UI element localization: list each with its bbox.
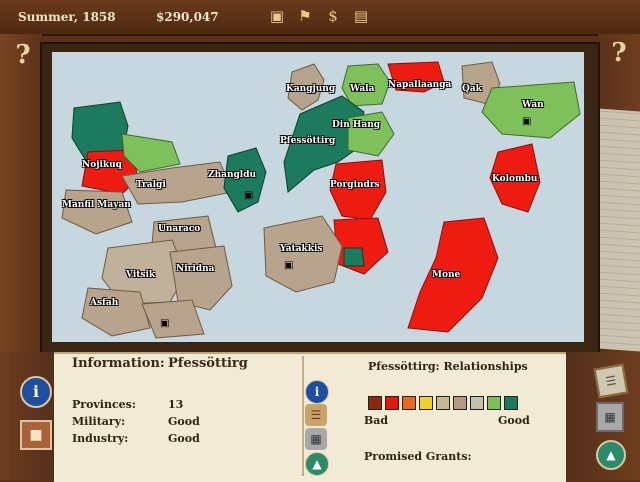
capital-icon: ▣ (160, 318, 170, 329)
relationship-swatch (419, 396, 433, 410)
world-map[interactable]: Kangjung Wala Napallaanga Qak Wan Pfessö… (52, 52, 584, 342)
province-label[interactable]: Mone (432, 270, 460, 280)
stat-value: Good (168, 432, 200, 445)
relationship-swatch (470, 396, 484, 410)
stat-label: Industry: (72, 432, 129, 445)
province-label[interactable]: Pfessöttirg (280, 136, 335, 146)
region-yatakkis (263, 215, 343, 293)
map-frame: Kangjung Wala Napallaanga Qak Wan Pfessö… (40, 42, 600, 354)
finance-icon[interactable]: $ (324, 6, 342, 26)
parliament-icon[interactable]: ⚑ (296, 6, 314, 26)
stat-label: Provinces: (72, 398, 136, 411)
treasury-amount: $290,047 (156, 10, 219, 24)
capital-icon: ▣ (284, 260, 294, 271)
province-label[interactable]: Kangjung (286, 84, 335, 94)
region-wan (481, 81, 581, 139)
map-regions (61, 61, 581, 339)
province-label[interactable]: Wala (350, 84, 374, 94)
info-icon: i (314, 385, 320, 399)
briefcase-icon: ■ (29, 427, 43, 443)
wood-frame-bottom-left (0, 352, 54, 480)
info-icon: i (32, 382, 40, 401)
region-zhangldu (223, 147, 267, 213)
panel-divider (302, 356, 304, 476)
left-corner-button[interactable]: ? (8, 40, 38, 70)
province-label[interactable]: Wan (522, 100, 544, 110)
capital-icon: ▣ (522, 116, 532, 127)
relationship-swatch (453, 396, 467, 410)
info-tab-button[interactable]: i (20, 376, 52, 408)
province-label[interactable]: Porgindrs (330, 180, 380, 190)
relationship-swatch (504, 396, 518, 410)
treaty-button[interactable]: ▲ (305, 452, 329, 476)
ledger-button[interactable]: ▦ (596, 402, 624, 432)
info-small-button[interactable]: i (305, 380, 329, 404)
help-button[interactable]: ? (604, 38, 634, 68)
relationship-swatch (368, 396, 382, 410)
document-icon: ▦ (310, 432, 322, 446)
province-label[interactable]: Nojikuq (82, 160, 122, 170)
newspaper-button[interactable]: ☰ (593, 363, 629, 399)
region-din-hang (347, 111, 395, 157)
wood-frame-left (0, 34, 42, 354)
stat-value: Good (168, 415, 200, 428)
promised-grants-label: Promised Grants: (364, 450, 472, 463)
province-label[interactable]: Zhangldu (208, 170, 256, 180)
province-label[interactable]: Kolombu (492, 174, 537, 184)
ledger-icon: ▦ (604, 410, 616, 424)
document-button[interactable]: ▦ (305, 428, 327, 450)
stat-value: 13 (168, 398, 184, 411)
region-asfah (81, 287, 151, 337)
relationship-swatch (487, 396, 501, 410)
advisor-icon[interactable]: ▣ (268, 6, 286, 26)
relationships-title: Pfessöttirg: Relationships (368, 360, 528, 373)
scale-good-label: Good (498, 414, 530, 427)
capital-icon: ▣ (244, 190, 254, 201)
province-label[interactable]: Asfah (90, 298, 118, 308)
province-label[interactable]: Manfil Mayan (62, 200, 131, 210)
scale-bad-label: Bad (364, 414, 389, 427)
diplomacy-icon: ▲ (606, 448, 616, 462)
diplomacy-button[interactable]: ▲ (596, 440, 626, 470)
scroll-button[interactable]: ☰ (305, 404, 327, 426)
scroll-icon: ☰ (310, 408, 322, 422)
province-label[interactable]: Unaraco (158, 224, 200, 234)
region-manfil-mayan (61, 189, 133, 235)
factory-icon[interactable]: ▤ (352, 6, 370, 26)
province-label[interactable]: Qak (462, 84, 482, 94)
relationship-swatch (436, 396, 450, 410)
treaty-icon: ▲ (312, 457, 322, 471)
province-label[interactable]: Yatakkis (280, 244, 323, 254)
province-label[interactable]: Din Hang (332, 120, 380, 130)
relationship-swatch (385, 396, 399, 410)
season-date: Summer, 1858 (18, 10, 116, 24)
top-bar: Summer, 1858 $290,047 ▣ ⚑ $ ▤ (0, 0, 640, 36)
province-label[interactable]: Tralgi (136, 180, 166, 190)
newspaper-icon: ☰ (604, 373, 618, 389)
info-title: Information: (72, 356, 165, 371)
region-porgindrs-ally (343, 247, 365, 267)
dispatch-tab-button[interactable]: ■ (20, 420, 52, 450)
selected-country-name: Pfessöttirg (168, 356, 248, 371)
province-label[interactable]: Napallaanga (388, 80, 451, 90)
stat-label: Military: (72, 415, 126, 428)
province-label[interactable]: Vitsik (126, 270, 155, 280)
relationship-swatch (402, 396, 416, 410)
province-label[interactable]: Niridna (176, 264, 214, 274)
region-niridna (169, 245, 233, 311)
region-porgindrs (329, 159, 387, 221)
newspaper-decor (598, 108, 640, 352)
